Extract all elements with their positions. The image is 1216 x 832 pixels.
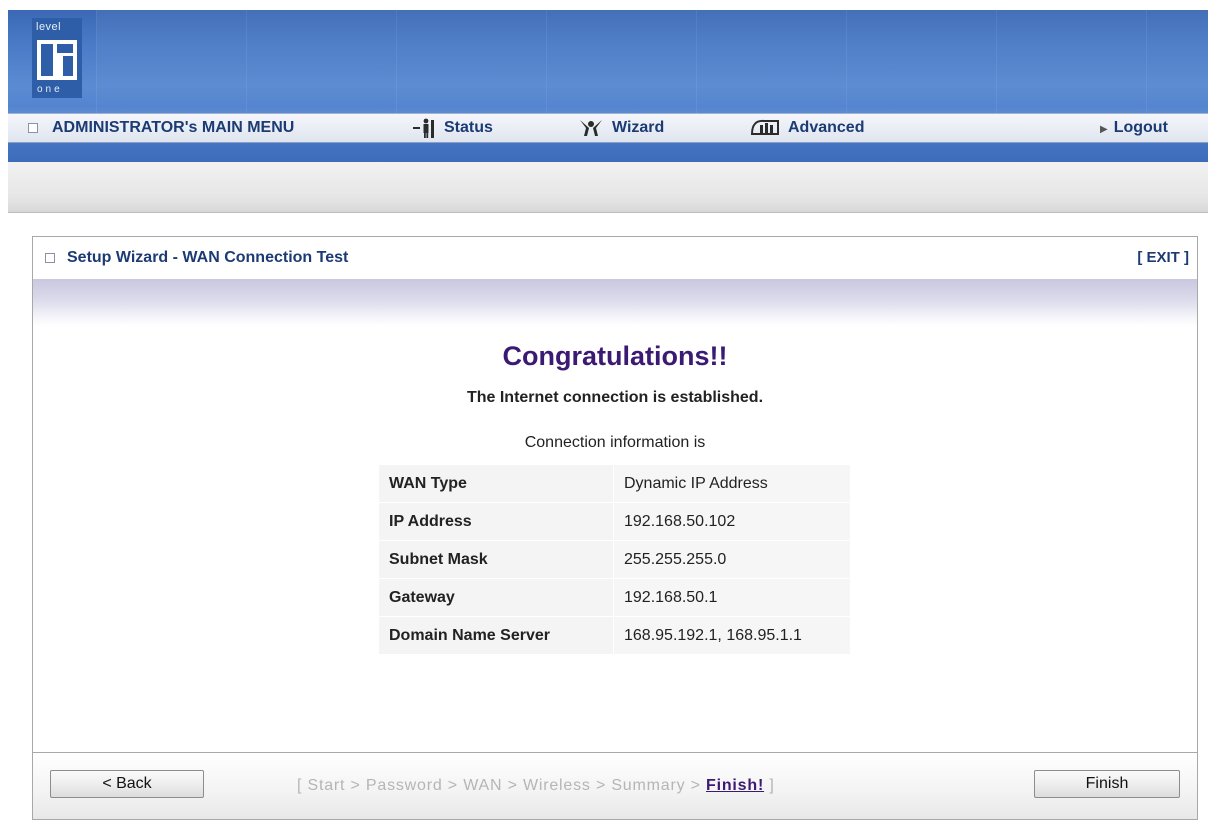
status-icon: [413, 118, 434, 138]
header-decor-strip: [96, 10, 1208, 114]
logout-label: Logout: [1113, 119, 1168, 136]
panel-title-text: Setup Wizard - WAN Connection Test: [67, 249, 349, 266]
square-bullet-icon: [28, 122, 38, 133]
logo-mark-icon: [37, 40, 77, 80]
step-current-finish[interactable]: Finish!: [706, 777, 764, 794]
menu-wizard-label: Wizard: [612, 119, 665, 136]
menu-wizard[interactable]: Wizard: [578, 114, 664, 142]
info-value: 192.168.50.102: [613, 502, 851, 541]
finish-button[interactable]: Finish: [1034, 770, 1180, 798]
table-row: Gateway 192.168.50.1: [379, 578, 851, 617]
congratulations-heading: Congratulations!!: [502, 341, 728, 371]
table-row: WAN Type Dynamic IP Address: [379, 465, 851, 503]
info-key: WAN Type: [379, 465, 614, 503]
info-value: 255.255.255.0: [613, 540, 851, 579]
info-value: 168.95.192.1, 168.95.1.1: [613, 616, 851, 655]
info-key: Subnet Mask: [379, 540, 614, 579]
menu-status[interactable]: Status: [412, 114, 493, 142]
connection-established-message: The Internet connection is established.: [466, 389, 764, 406]
sub-toolbar: [8, 162, 1208, 213]
wizard-icon: [580, 119, 602, 136]
steps-suffix: ]: [764, 777, 775, 794]
table-row: Domain Name Server 168.95.192.1, 168.95.1…: [379, 616, 851, 655]
logo-bottom-text: one: [37, 84, 63, 95]
advanced-icon: [750, 119, 779, 135]
square-bullet-icon: [45, 252, 55, 263]
top-header: level one ADMINISTRATOR's MAIN MENU Stat…: [8, 10, 1208, 162]
menu-status-label: Status: [444, 119, 493, 136]
info-value: Dynamic IP Address: [613, 465, 851, 503]
triangle-right-icon: ▶: [1100, 124, 1108, 135]
info-value: 192.168.50.1: [613, 578, 851, 617]
wizard-steps-breadcrumb: [ Start > Password > WAN > Wireless > Su…: [297, 753, 775, 819]
steps-prefix: [ Start > Password > WAN > Wireless > Su…: [297, 777, 707, 794]
logout-link[interactable]: ▶ Logout: [1100, 114, 1168, 142]
main-menu-bar: ADMINISTRATOR's MAIN MENU Status Wizard: [8, 113, 1208, 143]
wizard-panel: Setup Wizard - WAN Connection Test [ EXI…: [32, 236, 1198, 820]
admin-main-menu[interactable]: ADMINISTRATOR's MAIN MENU: [28, 114, 294, 142]
logo-top-text: level: [36, 21, 62, 33]
menu-advanced[interactable]: Advanced: [750, 114, 864, 142]
menu-advanced-label: Advanced: [788, 119, 865, 136]
table-row: IP Address 192.168.50.102: [379, 502, 851, 541]
brand-logo: level one: [32, 18, 82, 98]
info-key: IP Address: [379, 502, 614, 541]
table-row: Subnet Mask 255.255.255.0: [379, 540, 851, 579]
panel-title: Setup Wizard - WAN Connection Test: [45, 237, 348, 279]
panel-header: Setup Wizard - WAN Connection Test [ EXI…: [33, 237, 1197, 280]
panel-gradient-band: [33, 280, 1197, 326]
back-button[interactable]: < Back: [50, 770, 204, 798]
connection-info-table: WAN Type Dynamic IP Address IP Address 192.…: [379, 465, 851, 655]
connection-info-caption: Connection information is: [524, 434, 706, 451]
exit-link[interactable]: [ EXIT ]: [1137, 237, 1189, 279]
panel-footer: < Back [ Start > Password > WAN > Wirele…: [33, 752, 1197, 819]
admin-main-menu-label: ADMINISTRATOR's MAIN MENU: [52, 119, 295, 136]
info-key: Domain Name Server: [379, 616, 614, 655]
info-key: Gateway: [379, 578, 614, 617]
